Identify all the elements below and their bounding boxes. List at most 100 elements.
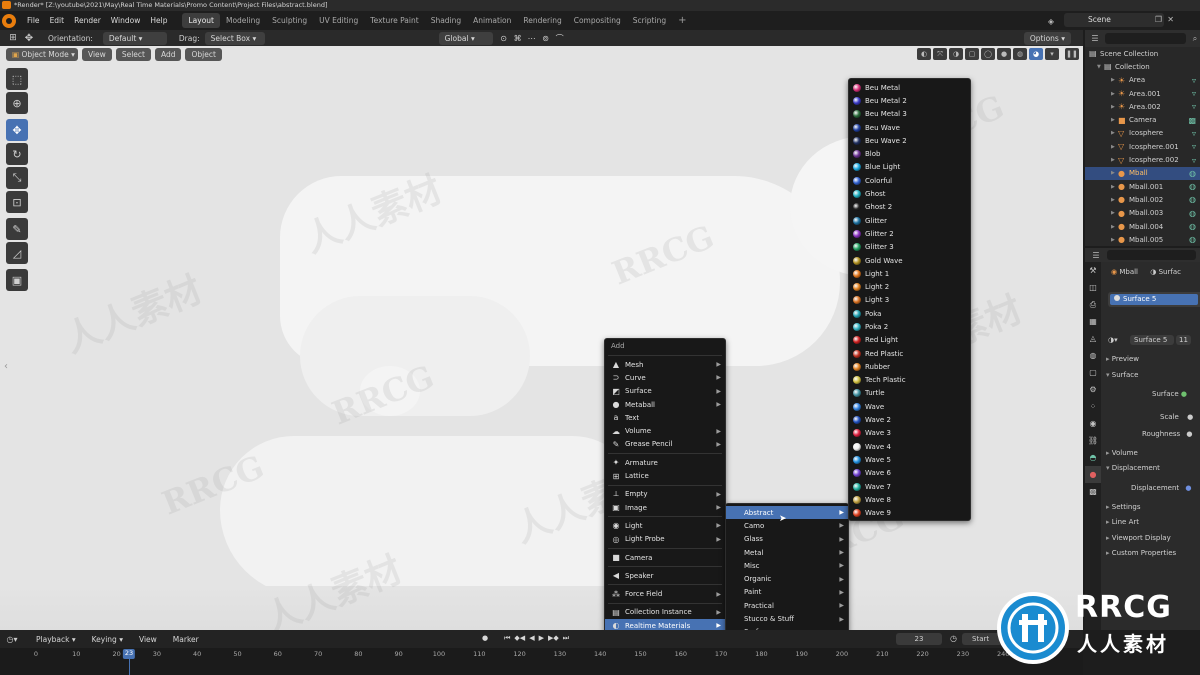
add-menu-item-volume[interactable]: ☁ Volume ▶ <box>605 424 725 437</box>
add-menu-item-empty[interactable]: ⟂ Empty ▶ <box>605 488 725 501</box>
material-item-light-2[interactable]: Light 2 <box>849 280 970 293</box>
object-data-icon[interactable]: ◍ <box>1189 235 1196 244</box>
roughness-field[interactable]: Roughness ● <box>1142 430 1193 438</box>
viewport-menu-select[interactable]: Select <box>115 47 151 61</box>
material-browse-icon[interactable]: ◑▾ <box>1108 336 1120 344</box>
add-workspace-icon[interactable]: + <box>672 12 692 29</box>
shading-options-icon[interactable]: ▾ <box>1045 48 1059 60</box>
snap-target-icon[interactable]: ⋯ <box>525 34 539 43</box>
editor-type-icon[interactable]: ⊞ <box>6 33 20 43</box>
shading-solid-icon[interactable]: ● <box>997 48 1011 60</box>
transform-orientation-dropdown[interactable]: Global ▾ <box>438 31 493 45</box>
panel-preview[interactable]: ▸ Preview <box>1106 355 1139 363</box>
pause-render-icon[interactable]: ❚❚ <box>1065 48 1079 60</box>
expand-icon[interactable]: ▶ <box>1111 77 1118 83</box>
add-menu-item-light-probe[interactable]: ◎ Light Probe ▶ <box>605 533 725 546</box>
world-tab-icon[interactable]: ◍ <box>1085 347 1101 364</box>
material-item-wave-4[interactable]: Wave 4 <box>849 440 970 453</box>
outliner-item-mball-003[interactable]: ▶ ● Mball.003 ◍ <box>1085 207 1200 220</box>
outliner-scene-collection[interactable]: ▤ Scene Collection <box>1085 47 1200 60</box>
expand-icon[interactable]: ▶ <box>1111 157 1118 163</box>
material-name-field[interactable]: Surface 5 <box>1130 334 1174 345</box>
orientation-dropdown[interactable]: Default ▾ <box>102 31 167 45</box>
viewport-menu-object[interactable]: Object <box>185 47 222 61</box>
collapse-toolbar-icon[interactable]: ‹ <box>4 361 8 372</box>
category-item-misc[interactable]: Misc ▶ <box>726 559 848 572</box>
particles-tab-icon[interactable]: ⁘ <box>1085 398 1101 415</box>
properties-editor-icon[interactable]: ☰ <box>1089 251 1103 260</box>
object-data-icon[interactable]: ▿ <box>1192 102 1196 111</box>
outliner-item-area-002[interactable]: ▶ ☀ Area.002 ▿ <box>1085 100 1200 113</box>
add-menu-item-metaball[interactable]: ● Metaball ▶ <box>605 398 725 411</box>
material-slot-selected[interactable]: Surface 5 <box>1110 294 1198 305</box>
add-menu-item-text[interactable]: a Text <box>605 411 725 424</box>
panel-displacement[interactable]: ▾ Displacement <box>1106 464 1160 472</box>
add-menu-item-mesh[interactable]: ▲ Mesh ▶ <box>605 358 725 371</box>
outliner-filter-input[interactable] <box>1105 33 1186 44</box>
object-data-icon[interactable]: ◍ <box>1189 169 1196 178</box>
expand-icon[interactable]: ▶ <box>1111 210 1118 216</box>
preview-range-icon[interactable]: ◷ <box>950 634 957 643</box>
expand-icon[interactable]: ▶ <box>1111 170 1118 176</box>
record-icon[interactable]: ● <box>482 634 488 643</box>
move-tool-icon[interactable]: ✥ <box>20 33 38 44</box>
tab-scripting[interactable]: Scripting <box>627 13 672 28</box>
scene-browse-icon[interactable]: ◈ <box>1044 15 1058 27</box>
snap-icon[interactable]: ⌘ <box>511 34 525 43</box>
current-frame-field[interactable]: 23 <box>896 633 942 645</box>
material-item-glitter-3[interactable]: Glitter 3 <box>849 241 970 254</box>
panel-surface[interactable]: ▾ Surface <box>1106 371 1138 379</box>
panel-settings[interactable]: ▸ Settings <box>1106 503 1140 511</box>
material-item-wave-2[interactable]: Wave 2 <box>849 413 970 426</box>
move-tool-button-icon[interactable]: ✥ <box>6 119 28 141</box>
material-item-beu-metal-2[interactable]: Beu Metal 2 <box>849 94 970 107</box>
output-tab-icon[interactable]: ⎙ <box>1085 296 1101 313</box>
expand-icon[interactable]: ▶ <box>1111 130 1118 136</box>
outliner-item-area-001[interactable]: ▶ ☀ Area.001 ▿ <box>1085 87 1200 100</box>
tab-shading[interactable]: Shading <box>425 13 467 28</box>
add-menu-item-curve[interactable]: ⊃ Curve ▶ <box>605 371 725 384</box>
proportional-edit-icon[interactable]: ⊚ <box>539 34 553 43</box>
category-item-metal[interactable]: Metal ▶ <box>726 546 848 559</box>
add-menu-item-surface[interactable]: ◩ Surface ▶ <box>605 385 725 398</box>
material-item-beu-wave[interactable]: Beu Wave <box>849 121 970 134</box>
expand-icon[interactable]: ▶ <box>1111 237 1118 243</box>
xray-icon[interactable]: ▢ <box>965 48 979 60</box>
outliner-item-mball-005[interactable]: ▶ ● Mball.005 ◍ <box>1085 233 1200 246</box>
measure-tool-icon[interactable]: ◿ <box>6 242 28 264</box>
object-data-icon[interactable]: ▿ <box>1192 142 1196 151</box>
object-data-icon[interactable]: ▿ <box>1192 129 1196 138</box>
add-menu-item-collection-instance[interactable]: ▤ Collection Instance ▶ <box>605 606 725 619</box>
material-item-glitter-2[interactable]: Glitter 2 <box>849 227 970 240</box>
material-item-poka[interactable]: Poka <box>849 307 970 320</box>
panel-volume[interactable]: ▸ Volume <box>1106 449 1138 457</box>
material-item-poka-2[interactable]: Poka 2 <box>849 320 970 333</box>
visibility-icon[interactable]: ◐ <box>917 48 931 60</box>
expand-icon[interactable]: ▶ <box>1111 104 1118 110</box>
view-layer-tab-icon[interactable]: ▦ <box>1085 313 1101 330</box>
modifier-tab-icon[interactable]: ⚙ <box>1085 381 1101 398</box>
tab-rendering[interactable]: Rendering <box>517 13 567 28</box>
panel-custom-properties[interactable]: ▸ Custom Properties <box>1106 549 1176 557</box>
material-item-gold-wave[interactable]: Gold Wave <box>849 254 970 267</box>
timeline-menu-marker[interactable]: Marker <box>167 633 205 646</box>
object-data-icon[interactable]: ◍ <box>1189 195 1196 204</box>
prev-keyframe-icon[interactable]: ◆◀ <box>514 634 525 643</box>
outliner-item-camera[interactable]: ▶ ■ Camera ▩ <box>1085 113 1200 126</box>
material-slot-list[interactable]: Surface 5 <box>1108 292 1200 307</box>
category-item-paint[interactable]: Paint ▶ <box>726 586 848 599</box>
scale-tool-icon[interactable]: ⤡ <box>6 167 28 189</box>
physics-tab-icon[interactable]: ◉ <box>1085 415 1101 432</box>
material-item-colorful[interactable]: Colorful <box>849 174 970 187</box>
material-item-tech-plastic[interactable]: Tech Plastic <box>849 374 970 387</box>
shading-wireframe-icon[interactable]: ◯ <box>981 48 995 60</box>
menu-edit[interactable]: Edit <box>45 16 70 25</box>
falloff-icon[interactable]: ⌒ <box>553 33 567 44</box>
expand-icon[interactable]: ▼ <box>1097 64 1104 70</box>
expand-icon[interactable]: ▶ <box>1111 184 1118 190</box>
delete-scene-icon[interactable]: ✕ <box>1167 15 1174 24</box>
expand-icon[interactable]: ▶ <box>1111 117 1118 123</box>
jump-end-icon[interactable]: ⏭ <box>563 634 569 643</box>
add-menu-item-force-field[interactable]: ⁂ Force Field ▶ <box>605 587 725 600</box>
add-menu-item-light[interactable]: ◉ Light ▶ <box>605 519 725 532</box>
